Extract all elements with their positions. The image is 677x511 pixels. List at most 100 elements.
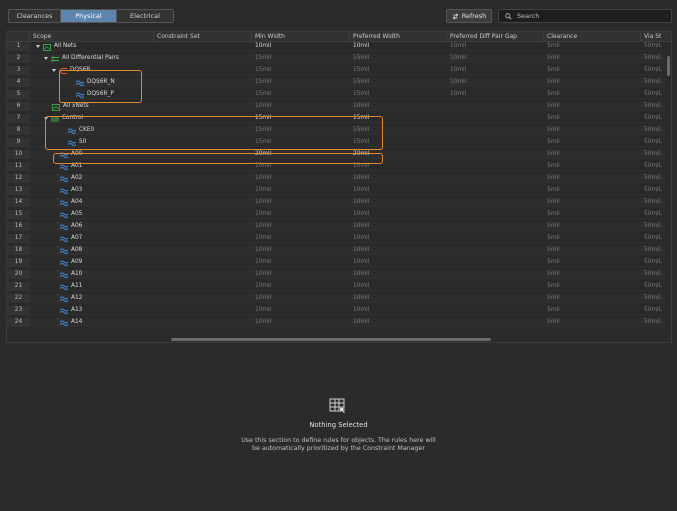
diff-pair-gap-cell[interactable] (447, 306, 544, 315)
expand-arrow-icon[interactable] (52, 69, 56, 72)
clearance-cell[interactable]: 5mil (544, 210, 641, 219)
preferred-width-cell[interactable]: 10mil (350, 258, 447, 267)
preferred-width-cell[interactable]: 15mil (350, 78, 447, 87)
table-row[interactable]: 22 A12 10mil 10mil 5mil 50mil, (7, 294, 671, 303)
preferred-width-cell[interactable]: 10mil (350, 174, 447, 183)
table-row[interactable]: 8 CKE0 15mil 15mil 5mil 50mil, (7, 126, 671, 135)
via-style-cell[interactable]: 50mil, (641, 114, 665, 123)
diff-pair-gap-cell[interactable]: 10mil (447, 78, 544, 87)
clearance-cell[interactable]: 5mil (544, 306, 641, 315)
constraint-set-cell[interactable] (154, 150, 252, 159)
via-style-cell[interactable]: 50mil, (641, 306, 665, 315)
via-style-cell[interactable]: 50mil, (641, 246, 665, 255)
table-row[interactable]: 5 DQS6R_P 15mil 15mil 10mil 5mil 50mil, (7, 90, 671, 99)
via-style-cell[interactable]: 50mil, (641, 210, 665, 219)
table-row[interactable]: 21 A11 10mil 10mil 5mil 50mil, (7, 282, 671, 291)
clearance-cell[interactable]: 5mil (544, 234, 641, 243)
via-style-cell[interactable]: 50mil, (641, 222, 665, 231)
via-style-cell[interactable]: 50mil, (641, 102, 665, 111)
preferred-width-cell[interactable]: 10mil (350, 198, 447, 207)
table-row[interactable]: 17 A07 10mil 10mil 5mil 50mil, (7, 234, 671, 243)
clearance-cell[interactable]: 5mil (544, 294, 641, 303)
via-style-cell[interactable]: 50mil, (641, 150, 665, 159)
min-width-cell[interactable]: 10mil (252, 198, 350, 207)
constraint-set-cell[interactable] (154, 258, 252, 267)
constraint-set-cell[interactable] (154, 186, 252, 195)
table-row[interactable]: 12 A02 10mil 10mil 5mil 50mil, (7, 174, 671, 183)
min-width-cell[interactable]: 10mil (252, 210, 350, 219)
constraint-set-cell[interactable] (154, 54, 252, 63)
vertical-scrollbar[interactable] (665, 42, 671, 342)
preferred-width-cell[interactable]: 10mil (350, 162, 447, 171)
diff-pair-gap-cell[interactable]: 10mil (447, 66, 544, 75)
scope-cell[interactable]: A05 (30, 210, 154, 219)
min-width-cell[interactable]: 15mil (252, 90, 350, 99)
table-row[interactable]: 18 A08 10mil 10mil 5mil 50mil, (7, 246, 671, 255)
constraint-set-cell[interactable] (154, 114, 252, 123)
preferred-width-cell[interactable]: 15mil (350, 54, 447, 63)
clearance-cell[interactable]: 5mil (544, 174, 641, 183)
constraint-set-cell[interactable] (154, 90, 252, 99)
scope-cell[interactable]: S0 (30, 138, 154, 147)
scope-cell[interactable]: A06 (30, 222, 154, 231)
clearance-cell[interactable]: 5mil (544, 102, 641, 111)
via-style-cell[interactable]: 50mil, (641, 294, 665, 303)
preferred-width-cell[interactable]: 10mil (350, 234, 447, 243)
constraint-set-cell[interactable] (154, 162, 252, 171)
constraint-set-cell[interactable] (154, 306, 252, 315)
scope-cell[interactable]: A12 (30, 294, 154, 303)
constraint-set-cell[interactable] (154, 234, 252, 243)
min-width-cell[interactable]: 10mil (252, 234, 350, 243)
col-header-preferred-width[interactable]: Preferred Width (350, 32, 447, 42)
min-width-cell[interactable]: 15mil (252, 54, 350, 63)
min-width-cell[interactable]: 15mil (252, 126, 350, 135)
table-row[interactable]: 6 All xNets 10mil 10mil 5mil 50mil, (7, 102, 671, 111)
constraint-set-cell[interactable] (154, 174, 252, 183)
expand-arrow-icon[interactable] (36, 45, 40, 48)
preferred-width-cell[interactable]: 20mil (350, 150, 447, 159)
constraint-set-cell[interactable] (154, 270, 252, 279)
diff-pair-gap-cell[interactable]: 10mil (447, 90, 544, 99)
diff-pair-gap-cell[interactable]: 10mil (447, 42, 544, 51)
diff-pair-gap-cell[interactable] (447, 126, 544, 135)
scope-cell[interactable]: A02 (30, 174, 154, 183)
expand-arrow-icon[interactable] (44, 57, 48, 60)
table-row[interactable]: 2 All Differential Pairs 15mil 15mil 10mil 5m… (7, 54, 671, 63)
diff-pair-gap-cell[interactable] (447, 186, 544, 195)
clearance-cell[interactable]: 5mil (544, 222, 641, 231)
scope-cell[interactable]: A09 (30, 258, 154, 267)
diff-pair-gap-cell[interactable] (447, 270, 544, 279)
min-width-cell[interactable]: 10mil (252, 294, 350, 303)
expand-arrow-icon[interactable] (44, 117, 48, 120)
diff-pair-gap-cell[interactable] (447, 258, 544, 267)
horizontal-scrollbar[interactable] (157, 337, 663, 342)
col-header-constraint-set[interactable]: Constraint Set (154, 32, 252, 42)
preferred-width-cell[interactable]: 15mil (350, 114, 447, 123)
diff-pair-gap-cell[interactable] (447, 282, 544, 291)
constraint-set-cell[interactable] (154, 66, 252, 75)
scope-cell[interactable]: Control (30, 114, 154, 123)
clearance-cell[interactable]: 5mil (544, 186, 641, 195)
clearance-cell[interactable]: 5mil (544, 54, 641, 63)
scope-cell[interactable]: All Nets (30, 42, 154, 51)
preferred-width-cell[interactable]: 10mil (350, 222, 447, 231)
preferred-width-cell[interactable]: 10mil (350, 42, 447, 51)
col-header-scope[interactable]: Scope (30, 32, 154, 42)
min-width-cell[interactable]: 10mil (252, 222, 350, 231)
constraint-set-cell[interactable] (154, 294, 252, 303)
diff-pair-gap-cell[interactable]: 10mil (447, 54, 544, 63)
scope-cell[interactable]: All Differential Pairs (30, 54, 154, 63)
col-header-min-width[interactable]: Min Width (252, 32, 350, 42)
via-style-cell[interactable]: 50mil, (641, 126, 665, 135)
diff-pair-gap-cell[interactable] (447, 234, 544, 243)
clearance-cell[interactable]: 5mil (544, 126, 641, 135)
scope-cell[interactable]: A00 (30, 150, 154, 159)
preferred-width-cell[interactable]: 15mil (350, 138, 447, 147)
diff-pair-gap-cell[interactable] (447, 294, 544, 303)
table-row[interactable]: 19 A09 10mil 10mil 5mil 50mil, (7, 258, 671, 267)
table-row[interactable]: 13 A03 10mil 10mil 5mil 50mil, (7, 186, 671, 195)
min-width-cell[interactable]: 10mil (252, 270, 350, 279)
clearance-cell[interactable]: 5mil (544, 42, 641, 51)
scope-cell[interactable]: A04 (30, 198, 154, 207)
constraint-set-cell[interactable] (154, 138, 252, 147)
